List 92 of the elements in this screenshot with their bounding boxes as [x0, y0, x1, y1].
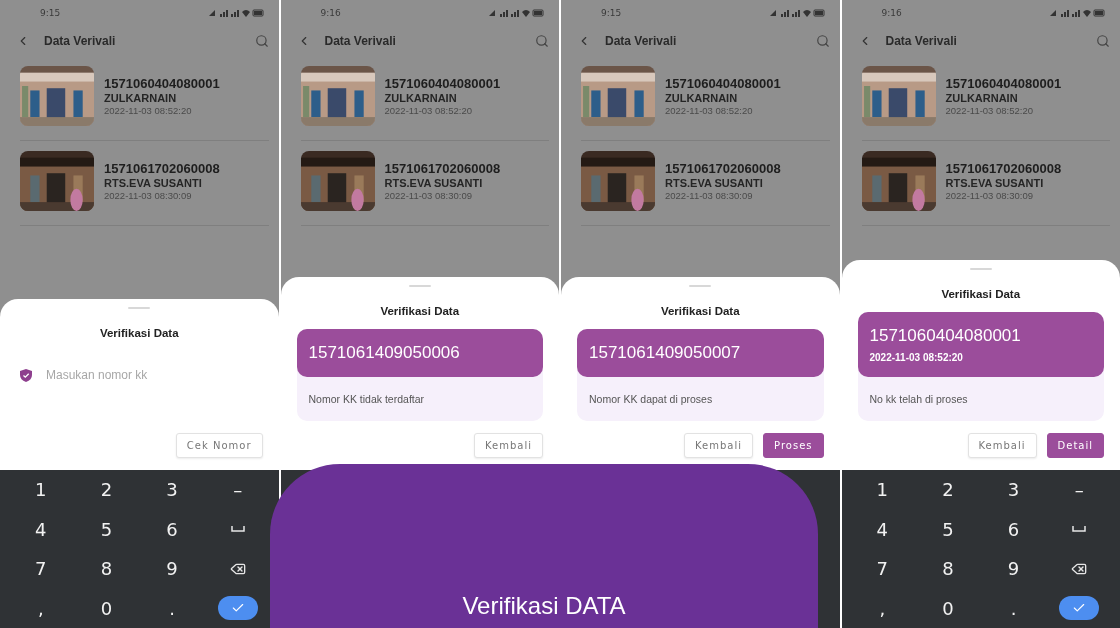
keyboard-key[interactable]: 5	[934, 516, 962, 542]
search-icon[interactable]	[815, 34, 830, 48]
space-icon[interactable]	[1072, 526, 1087, 533]
status-icons	[487, 8, 545, 18]
search-icon[interactable]	[535, 34, 549, 48]
sheet-title: Verifikasi Data	[380, 305, 460, 317]
keyboard-key[interactable]: 5	[92, 516, 121, 542]
keyboard-key[interactable]: –	[1066, 477, 1092, 503]
record-kk-number: 1571061702060008	[384, 161, 501, 176]
keyboard-key[interactable]: 7	[868, 556, 897, 582]
app-title: Data Verivali	[324, 34, 397, 48]
keyboard-key[interactable]: ,	[29, 595, 52, 621]
processed-date: 2022-11-03 08:52:20	[869, 352, 964, 363]
record-name: RTS.EVA SUSANTI	[945, 177, 1045, 189]
record-date: 2022-11-03 08:30:09	[665, 190, 754, 201]
status-time: 9:15	[601, 8, 622, 18]
status-time: 9:16	[320, 8, 341, 18]
app-title: Data Verivali	[605, 34, 678, 48]
kk-number-field[interactable]: Masukan nomor kk	[44, 367, 259, 383]
search-icon[interactable]	[254, 34, 269, 48]
record-name: RTS.EVA SUSANTI	[104, 177, 203, 189]
record-name: ZULKARNAIN	[665, 92, 739, 104]
app-title: Data Verivali	[885, 34, 958, 48]
record-name: RTS.EVA SUSANTI	[384, 177, 484, 189]
drag-handle[interactable]	[969, 268, 992, 270]
keyboard-key[interactable]: 1	[27, 477, 55, 503]
keyboard-key[interactable]: 7	[27, 556, 55, 582]
drag-handle[interactable]	[408, 285, 431, 287]
record-kk-number: 1571060404080001	[665, 76, 781, 91]
secondary-button[interactable]: Kembali	[684, 433, 754, 458]
record-date: 2022-11-03 08:30:09	[945, 190, 1034, 201]
primary-button[interactable]: Proses	[763, 433, 824, 458]
shield-check-icon	[20, 368, 32, 382]
record-kk-number: 1571061702060008	[104, 161, 220, 176]
keyboard-key[interactable]: 0	[934, 595, 962, 621]
keyboard-key[interactable]: .	[1002, 595, 1025, 621]
keyboard-key[interactable]: 6	[999, 516, 1028, 542]
result-message: Nomor KK tidak terdaftar	[307, 392, 426, 407]
result-message: No kk telah di proses	[868, 392, 969, 407]
secondary-button[interactable]: Cek Nomor	[175, 433, 263, 458]
kk-number: 1571061409050007	[589, 343, 742, 363]
keyboard-key[interactable]: 2	[934, 477, 962, 503]
result-message: Nomor KK dapat di proses	[588, 392, 714, 407]
keyboard-key[interactable]: –	[225, 477, 251, 503]
record-kk-number: 1571061702060008	[665, 161, 781, 176]
kk-number: 1571060404080001	[869, 326, 1022, 346]
keyboard-key[interactable]: .	[161, 595, 183, 621]
keyboard-key[interactable]: 4	[27, 516, 55, 542]
keyboard-key[interactable]: 2	[92, 477, 121, 503]
drag-handle[interactable]	[128, 307, 151, 309]
record-kk-number: 1571061702060008	[945, 161, 1062, 176]
keyboard-key[interactable]: 6	[158, 516, 186, 542]
record-date: 2022-11-03 08:52:20	[945, 105, 1034, 116]
sheet-title: Verifikasi Data	[99, 327, 179, 339]
record-date: 2022-11-03 08:30:09	[384, 190, 473, 201]
record-name: ZULKARNAIN	[384, 92, 458, 104]
record-name: RTS.EVA SUSANTI	[665, 177, 764, 189]
keyboard-key[interactable]: 3	[999, 477, 1028, 503]
secondary-button[interactable]: Kembali	[474, 433, 543, 458]
keyboard-key[interactable]: 4	[868, 516, 897, 542]
primary-button[interactable]: Detail	[1046, 433, 1104, 458]
record-name: ZULKARNAIN	[104, 92, 178, 104]
keyboard-key[interactable]: 9	[999, 556, 1028, 582]
status-icons	[1048, 8, 1106, 18]
keyboard-key[interactable]: 0	[92, 595, 121, 621]
search-icon[interactable]	[1096, 34, 1110, 48]
record-kk-number: 1571060404080001	[384, 76, 501, 91]
record-date: 2022-11-03 08:52:20	[665, 105, 754, 116]
app-title: Data Verivali	[44, 34, 117, 48]
record-name: ZULKARNAIN	[945, 92, 1019, 104]
secondary-button[interactable]: Kembali	[967, 433, 1037, 458]
keyboard-key[interactable]: 8	[92, 556, 121, 582]
sheet-title: Verifikasi Data	[660, 305, 740, 317]
sheet-title: Verifikasi Data	[941, 288, 1021, 300]
keyboard-key[interactable]: 9	[158, 556, 186, 582]
banner-title: Verifikasi DATA	[462, 592, 626, 620]
keyboard-key[interactable]: 8	[934, 556, 962, 582]
status-time: 9:16	[881, 8, 902, 18]
keyboard-key[interactable]: 3	[158, 477, 186, 503]
kk-number: 1571061409050006	[308, 343, 461, 363]
keyboard-key[interactable]: 1	[868, 477, 897, 503]
keyboard-key[interactable]: ,	[871, 595, 894, 621]
status-time: 9:15	[40, 8, 61, 18]
drag-handle[interactable]	[689, 285, 712, 287]
record-date: 2022-11-03 08:52:20	[104, 105, 193, 116]
enter-key[interactable]	[1059, 596, 1100, 621]
record-kk-number: 1571060404080001	[104, 76, 220, 91]
enter-key[interactable]	[217, 596, 258, 621]
record-kk-number: 1571060404080001	[945, 76, 1062, 91]
record-date: 2022-11-03 08:30:09	[104, 190, 193, 201]
space-icon[interactable]	[230, 526, 245, 533]
record-date: 2022-11-03 08:52:20	[384, 105, 473, 116]
